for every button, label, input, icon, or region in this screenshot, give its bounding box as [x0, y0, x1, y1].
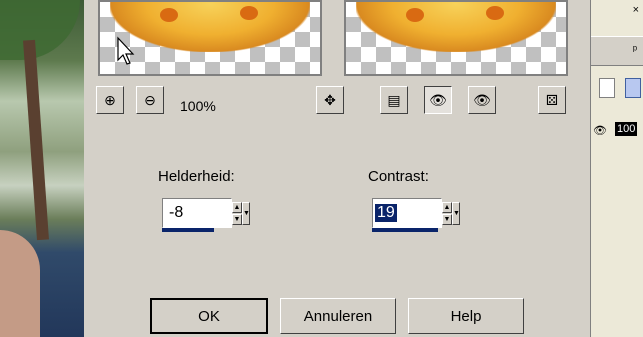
stem-shape: [23, 39, 49, 241]
proof-button[interactable]: 👁: [468, 86, 496, 114]
preview-toggle-icon: ▤: [387, 91, 401, 108]
zoom-out-icon: ⊖: [144, 91, 156, 108]
layer-icon[interactable]: [625, 78, 641, 98]
eye-icon: 👁: [473, 91, 491, 108]
mouse-cursor-icon: [117, 36, 135, 65]
preview-spot: [240, 6, 258, 20]
decrement-arrow-icon[interactable]: ▼: [232, 214, 242, 225]
slider-popup-icon[interactable]: ▼: [452, 202, 460, 225]
zoom-level: 100%: [180, 98, 216, 114]
contrast-value: 19: [375, 204, 397, 222]
proof-toggle-button[interactable]: ▤: [380, 86, 408, 114]
eye-lock-icon: 👁: [429, 91, 447, 108]
zoom-in-icon: ⊕: [104, 91, 116, 108]
preview-after[interactable]: [344, 0, 568, 76]
layers-panel-edge: × ᵖ 👁 100: [590, 0, 643, 337]
auto-proof-button[interactable]: 👁: [424, 86, 452, 114]
slider-popup-icon[interactable]: ▼: [242, 202, 250, 225]
preview-image: [356, 2, 556, 52]
help-button[interactable]: Help: [408, 298, 524, 334]
preview-spot: [160, 8, 178, 22]
randomize-button[interactable]: ⚄: [538, 86, 566, 114]
increment-arrow-icon[interactable]: ▲: [442, 202, 452, 213]
brightness-slider-track[interactable]: [162, 228, 214, 232]
new-layer-icon[interactable]: [599, 78, 615, 98]
close-icon[interactable]: ×: [633, 4, 639, 16]
ok-button[interactable]: OK: [150, 298, 268, 334]
brightness-contrast-dialog: ⊕ ⊖ 100% ✥ ▤ 👁 👁 ⚄ Helderheid: Contrast:…: [84, 0, 590, 337]
cancel-button[interactable]: Annuleren: [280, 298, 396, 334]
pan-button[interactable]: ✥: [316, 86, 344, 114]
zoom-out-button[interactable]: ⊖: [136, 86, 164, 114]
brightness-arrows[interactable]: ▲ ▼ ▼: [232, 202, 250, 226]
brightness-label: Helderheid:: [158, 168, 235, 185]
increment-arrow-icon[interactable]: ▲: [232, 202, 242, 213]
background-photo: [0, 0, 84, 337]
pin-icon[interactable]: ᵖ: [633, 44, 637, 56]
decrement-arrow-icon[interactable]: ▼: [442, 214, 452, 225]
move-icon: ✥: [324, 91, 336, 108]
preview-spot: [486, 6, 504, 20]
contrast-slider-track[interactable]: [372, 228, 438, 232]
leaf-shape: [0, 0, 80, 60]
contrast-arrows[interactable]: ▲ ▼ ▼: [442, 202, 460, 226]
preview-spot: [406, 8, 424, 22]
zoom-in-button[interactable]: ⊕: [96, 86, 124, 114]
eye-icon[interactable]: 👁: [593, 124, 607, 137]
brightness-input[interactable]: -8: [162, 198, 232, 228]
contrast-input[interactable]: 19: [372, 198, 442, 228]
dice-icon: ⚄: [545, 91, 559, 108]
brightness-value: -8: [169, 204, 184, 221]
hand-shape: [0, 230, 40, 337]
contrast-label: Contrast:: [368, 168, 429, 185]
layer-row[interactable]: 👁 100: [591, 120, 643, 140]
preview-image: [110, 2, 310, 52]
layer-opacity: 100: [615, 122, 638, 136]
